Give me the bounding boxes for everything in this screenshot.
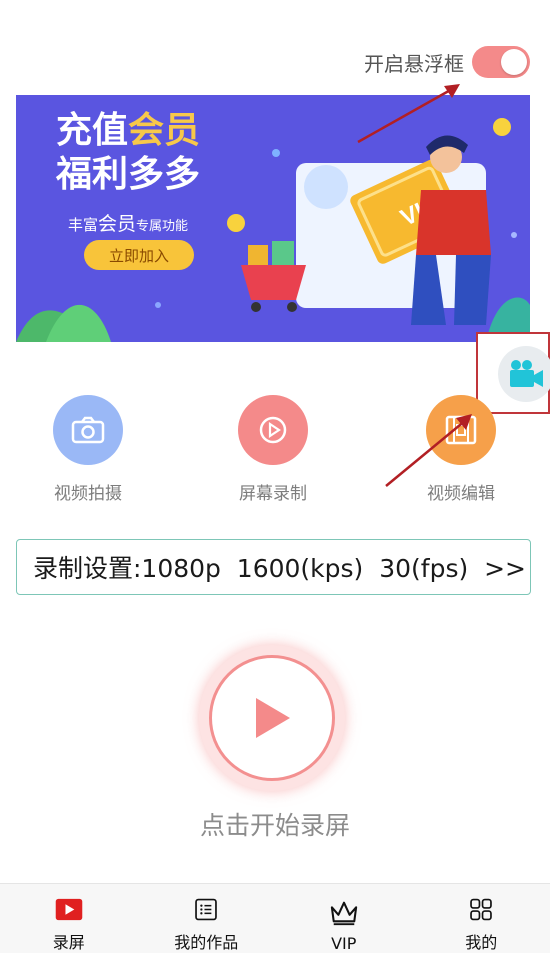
feature-label: 屏幕录制 bbox=[239, 484, 307, 504]
nav-item-my-works[interactable]: 我的作品 bbox=[138, 884, 276, 953]
banner-subtitle-a: 丰富 bbox=[68, 216, 99, 234]
feature-video-shoot[interactable]: 视频拍摄 bbox=[18, 395, 158, 504]
banner-subtitle-b: 会员 bbox=[98, 213, 137, 235]
play-icon bbox=[55, 898, 83, 921]
banner-title-part1: 充值 bbox=[56, 110, 129, 151]
bottom-nav: 录屏 我的作品 VIP 我的 bbox=[0, 883, 550, 953]
banner-subtitle-c: 专属功能 bbox=[136, 219, 189, 234]
list-icon bbox=[195, 898, 218, 921]
start-record-button[interactable] bbox=[199, 645, 345, 791]
float-window-toggle[interactable] bbox=[472, 46, 530, 78]
grid-icon bbox=[470, 898, 493, 921]
nav-item-mine[interactable]: 我的 bbox=[413, 884, 550, 953]
nav-item-vip[interactable]: VIP bbox=[275, 884, 413, 953]
join-now-button[interactable]: 立即加入 bbox=[84, 240, 194, 270]
nav-label: VIP bbox=[331, 934, 357, 953]
annotation-arrow-icon bbox=[385, 414, 472, 487]
video-camera-icon bbox=[498, 346, 550, 402]
screen-record-icon bbox=[238, 395, 308, 465]
float-window-toggle-row: 开启悬浮框 bbox=[364, 42, 530, 82]
toggle-knob bbox=[501, 49, 527, 75]
banner-title-highlight: 会员 bbox=[128, 110, 201, 151]
nav-label: 我的作品 bbox=[174, 933, 239, 952]
nav-item-record[interactable]: 录屏 bbox=[0, 884, 138, 953]
feature-label: 视频拍摄 bbox=[54, 484, 122, 504]
banner-title-line2: 福利多多 bbox=[56, 154, 201, 195]
crown-icon bbox=[330, 901, 357, 926]
play-icon bbox=[209, 655, 335, 781]
nav-label: 我的 bbox=[465, 933, 498, 952]
nav-label: 录屏 bbox=[52, 933, 85, 952]
record-settings-bar[interactable]: 录制设置:1080p 1600(kps) 30(fps) >> bbox=[16, 539, 531, 595]
annotation-arrow-icon bbox=[357, 84, 460, 144]
camera-icon bbox=[53, 395, 123, 465]
start-record-label: 点击开始录屏 bbox=[199, 811, 350, 840]
float-window-toggle-label: 开启悬浮框 bbox=[364, 51, 464, 76]
feature-screen-record[interactable]: 屏幕录制 bbox=[203, 395, 343, 504]
